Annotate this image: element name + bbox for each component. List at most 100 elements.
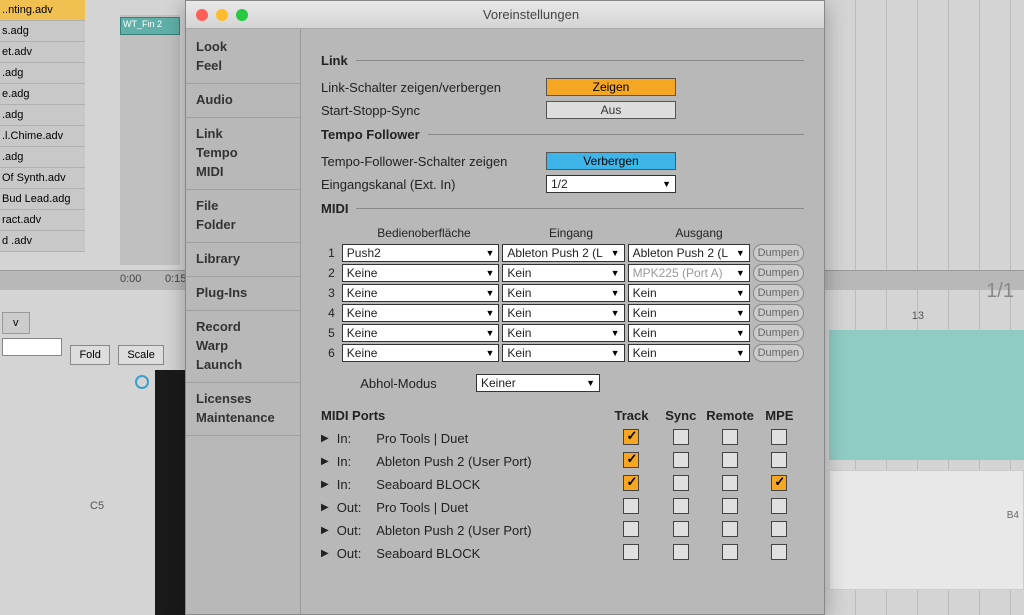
chevron-down-icon: ▼ — [485, 248, 494, 258]
expand-arrow-icon[interactable]: ▶ — [321, 548, 337, 559]
checkbox[interactable] — [673, 498, 689, 514]
section-tempo-follower: Tempo Follower — [321, 127, 804, 142]
maximize-icon[interactable] — [236, 9, 248, 21]
select-input[interactable]: Kein▼ — [502, 264, 624, 282]
select-input[interactable]: Kein▼ — [502, 284, 624, 302]
checkbox[interactable] — [771, 429, 787, 445]
sidebar-item-link[interactable]: Link — [186, 124, 300, 143]
sidebar-item-warp[interactable]: Warp — [186, 336, 300, 355]
checkbox[interactable] — [722, 498, 738, 514]
close-icon[interactable] — [196, 9, 208, 21]
sidebar-item-record[interactable]: Record — [186, 317, 300, 336]
dump-button[interactable]: Dumpen — [753, 244, 804, 262]
checkbox[interactable] — [673, 475, 689, 491]
sidebar-item-plug-ins[interactable]: Plug-Ins — [186, 283, 300, 302]
toggle-tempo-follower[interactable]: Verbergen — [546, 152, 676, 170]
sidebar-item-file[interactable]: File — [186, 196, 300, 215]
checkbox[interactable] — [722, 475, 738, 491]
file-item[interactable]: .adg — [0, 147, 85, 168]
file-item[interactable]: et.adv — [0, 42, 85, 63]
checkbox[interactable] — [771, 521, 787, 537]
sidebar-item-folder[interactable]: Folder — [186, 215, 300, 234]
checkbox[interactable] — [623, 521, 639, 537]
checkbox[interactable] — [623, 429, 639, 445]
checkbox[interactable] — [722, 521, 738, 537]
checkbox[interactable] — [771, 452, 787, 468]
select-output[interactable]: Kein▼ — [628, 324, 750, 342]
header-surface: Bedienoberfläche — [341, 226, 507, 240]
checkbox[interactable] — [771, 475, 787, 491]
checkbox[interactable] — [722, 429, 738, 445]
sidebar-item-licenses[interactable]: Licenses — [186, 389, 300, 408]
clip[interactable]: WT_Fin 2 — [120, 17, 180, 35]
checkbox[interactable] — [623, 475, 639, 491]
file-item[interactable]: ..nting.adv — [0, 0, 85, 21]
dump-button[interactable]: Dumpen — [753, 344, 804, 362]
checkbox[interactable] — [722, 544, 738, 560]
label-input-channel: Eingangskanal (Ext. In) — [321, 177, 546, 192]
checkbox[interactable] — [673, 452, 689, 468]
select-surface[interactable]: Keine▼ — [342, 264, 500, 282]
checkbox[interactable] — [722, 452, 738, 468]
file-item[interactable]: .adg — [0, 63, 85, 84]
select-input[interactable]: Ableton Push 2 (L▼ — [502, 244, 624, 262]
select-pickup-mode[interactable]: Keiner▼ — [476, 374, 600, 392]
dump-button[interactable]: Dumpen — [753, 284, 804, 302]
file-item[interactable]: Of Synth.adv — [0, 168, 85, 189]
checkbox[interactable] — [623, 452, 639, 468]
file-item[interactable]: ract.adv — [0, 210, 85, 231]
dropdown-tab[interactable]: v — [2, 312, 30, 334]
file-item[interactable]: e.adg — [0, 84, 85, 105]
file-item[interactable]: .l.Chime.adv — [0, 126, 85, 147]
expand-arrow-icon[interactable]: ▶ — [321, 525, 337, 536]
scale-button[interactable]: Scale — [118, 345, 164, 365]
file-item[interactable]: d .adv — [0, 231, 85, 252]
select-surface[interactable]: Keine▼ — [342, 344, 500, 362]
select-output[interactable]: Kein▼ — [628, 284, 750, 302]
sidebar-item-library[interactable]: Library — [186, 249, 300, 268]
select-output[interactable]: Kein▼ — [628, 304, 750, 322]
checkbox[interactable] — [623, 544, 639, 560]
sidebar-item-look[interactable]: Look — [186, 37, 300, 56]
select-output[interactable]: MPK225 (Port A)▼ — [628, 264, 750, 282]
select-surface[interactable]: Keine▼ — [342, 324, 500, 342]
checkbox[interactable] — [673, 429, 689, 445]
minimize-icon[interactable] — [216, 9, 228, 21]
toggle-link-switch[interactable]: Zeigen — [546, 78, 676, 96]
expand-arrow-icon[interactable]: ▶ — [321, 479, 337, 490]
sidebar-item-audio[interactable]: Audio — [186, 90, 300, 109]
checkbox[interactable] — [623, 498, 639, 514]
select-surface[interactable]: Keine▼ — [342, 284, 500, 302]
dump-button[interactable]: Dumpen — [753, 324, 804, 342]
sidebar-item-midi[interactable]: MIDI — [186, 162, 300, 181]
checkbox[interactable] — [771, 498, 787, 514]
select-input[interactable]: Kein▼ — [502, 304, 624, 322]
toggle-start-stop[interactable]: Aus — [546, 101, 676, 119]
expand-arrow-icon[interactable]: ▶ — [321, 456, 337, 467]
select-surface[interactable]: Push2▼ — [342, 244, 500, 262]
sidebar-item-tempo[interactable]: Tempo — [186, 143, 300, 162]
select-surface[interactable]: Keine▼ — [342, 304, 500, 322]
sidebar-item-maintenance[interactable]: Maintenance — [186, 408, 300, 427]
dump-button[interactable]: Dumpen — [753, 304, 804, 322]
expand-arrow-icon[interactable]: ▶ — [321, 433, 337, 444]
file-item[interactable]: s.adg — [0, 21, 85, 42]
dump-button[interactable]: Dumpen — [753, 264, 804, 282]
sidebar-item-feel[interactable]: Feel — [186, 56, 300, 75]
file-item[interactable]: .adg — [0, 105, 85, 126]
file-item[interactable]: Bud Lead.adg — [0, 189, 85, 210]
search-input[interactable] — [2, 338, 62, 356]
sidebar-item-launch[interactable]: Launch — [186, 355, 300, 374]
select-input-channel[interactable]: 1/2▼ — [546, 175, 676, 193]
expand-arrow-icon[interactable]: ▶ — [321, 502, 337, 513]
select-input[interactable]: Kein▼ — [502, 324, 624, 342]
select-output[interactable]: Ableton Push 2 (L▼ — [628, 244, 750, 262]
select-input[interactable]: Kein▼ — [502, 344, 624, 362]
port-name: Ableton Push 2 (User Port) — [376, 523, 607, 538]
checkbox[interactable] — [771, 544, 787, 560]
fold-button[interactable]: Fold — [70, 345, 109, 365]
select-output[interactable]: Kein▼ — [628, 344, 750, 362]
checkbox[interactable] — [673, 521, 689, 537]
chevron-down-icon: ▼ — [736, 308, 745, 318]
checkbox[interactable] — [673, 544, 689, 560]
